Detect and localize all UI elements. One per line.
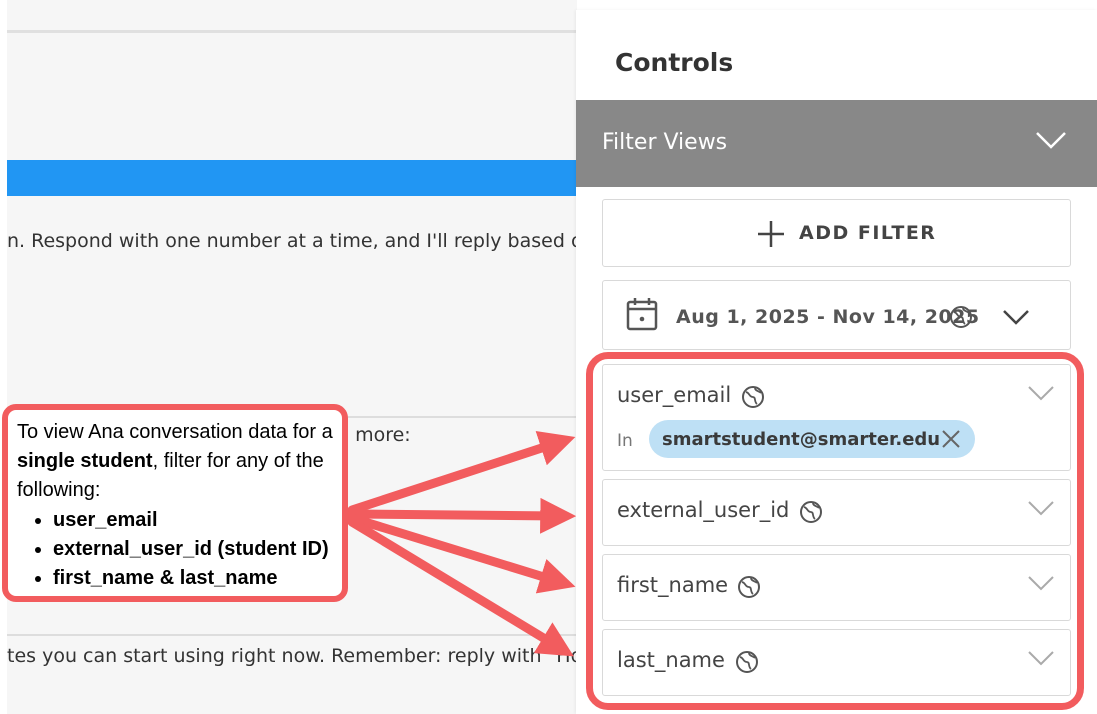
arrow [347, 431, 576, 515]
callout-intro-bold: single student [17, 450, 153, 472]
callout-list: user_email external_user_id (student ID)… [17, 506, 329, 593]
callout-intro: To view Ana conversation data for a sing… [17, 418, 347, 505]
list-item: external_user_id (student ID) [53, 535, 329, 564]
annotation-arrows [347, 431, 577, 657]
list-item: first_name & last_name [53, 564, 329, 593]
instruction-callout: To view Ana conversation data for a sing… [2, 404, 348, 602]
arrow [347, 513, 576, 594]
list-item: user_email [53, 506, 329, 535]
arrow [347, 497, 577, 534]
callout-intro-text: To view Ana conversation data for a [17, 421, 333, 443]
arrow [347, 517, 574, 657]
